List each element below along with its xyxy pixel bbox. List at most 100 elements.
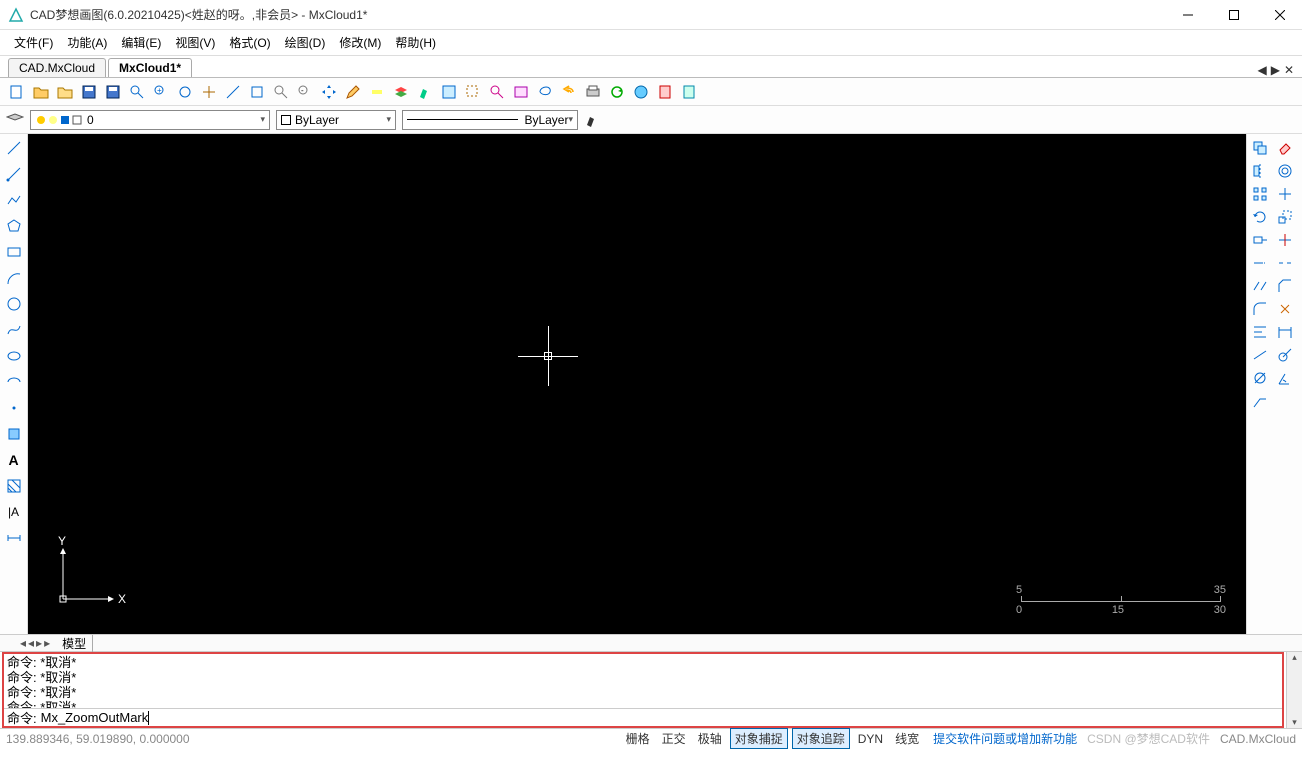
- find-icon[interactable]: [486, 81, 508, 103]
- rotate-icon[interactable]: [1249, 207, 1271, 227]
- move-tool-icon[interactable]: [1274, 184, 1296, 204]
- new-icon[interactable]: [6, 81, 28, 103]
- rectangle-icon[interactable]: [4, 242, 24, 262]
- extend-icon[interactable]: [1249, 253, 1271, 273]
- explode-icon[interactable]: [1274, 299, 1296, 319]
- layers-icon[interactable]: [390, 81, 412, 103]
- text-icon[interactable]: A: [4, 450, 24, 470]
- measure-icon[interactable]: [222, 81, 244, 103]
- undo-icon[interactable]: [558, 81, 580, 103]
- menu-view[interactable]: 视图(V): [169, 32, 221, 53]
- model-tab[interactable]: 模型: [56, 635, 93, 652]
- fillet-icon[interactable]: [1249, 299, 1271, 319]
- select-icon[interactable]: [462, 81, 484, 103]
- dim-angular-icon[interactable]: [1274, 368, 1296, 388]
- brush-icon[interactable]: [584, 112, 600, 128]
- polar-toggle[interactable]: 极轴: [694, 729, 726, 748]
- tab-next-icon[interactable]: ▶: [1271, 63, 1280, 77]
- minimize-button[interactable]: [1174, 5, 1202, 25]
- line-icon[interactable]: [4, 138, 24, 158]
- offset-icon[interactable]: [1274, 161, 1296, 181]
- pencil-icon[interactable]: [342, 81, 364, 103]
- dim-linear-icon[interactable]: [1274, 322, 1296, 342]
- area-icon[interactable]: [246, 81, 268, 103]
- trim-icon[interactable]: [1274, 230, 1296, 250]
- layout-nav-icons[interactable]: ◂◂▸▸: [20, 636, 52, 650]
- ellipse-arc-icon[interactable]: [4, 372, 24, 392]
- refresh-icon[interactable]: [606, 81, 628, 103]
- menu-edit[interactable]: 编辑(E): [115, 32, 167, 53]
- polygon-icon[interactable]: [4, 216, 24, 236]
- align-icon[interactable]: [1249, 322, 1271, 342]
- doc-tab-active[interactable]: MxCloud1*: [108, 58, 192, 77]
- join-icon[interactable]: [1249, 276, 1271, 296]
- linetype-selector[interactable]: ByLayer ▾: [402, 110, 578, 130]
- open-icon[interactable]: [30, 81, 52, 103]
- command-input[interactable]: Mx_ZoomOutMark: [41, 710, 149, 725]
- scale-icon[interactable]: [1274, 207, 1296, 227]
- drawing-canvas[interactable]: X Y 535 01530: [28, 134, 1246, 634]
- zoom-in-icon[interactable]: +: [150, 81, 172, 103]
- dim-diameter-icon[interactable]: [1249, 368, 1271, 388]
- mirror-icon[interactable]: [1249, 161, 1271, 181]
- doc-tab[interactable]: CAD.MxCloud: [8, 58, 106, 77]
- dim-radius-icon[interactable]: [1274, 345, 1296, 365]
- color-selector[interactable]: ByLayer ▾: [276, 110, 396, 130]
- dimension-icon[interactable]: [4, 528, 24, 548]
- globe-icon[interactable]: [630, 81, 652, 103]
- menu-function[interactable]: 功能(A): [61, 32, 113, 53]
- print-icon[interactable]: [582, 81, 604, 103]
- polyline-icon[interactable]: [4, 190, 24, 210]
- zoom-realtime-icon[interactable]: [270, 81, 292, 103]
- tab-close-icon[interactable]: ✕: [1284, 63, 1294, 77]
- feedback-link[interactable]: 提交软件问题或增加新功能: [933, 730, 1077, 747]
- otrack-toggle[interactable]: 对象追踪: [792, 728, 850, 749]
- pan-icon[interactable]: [198, 81, 220, 103]
- ortho-toggle[interactable]: 正交: [658, 729, 690, 748]
- lasso-icon[interactable]: [534, 81, 556, 103]
- spline-icon[interactable]: [4, 320, 24, 340]
- chamfer-icon[interactable]: [1274, 276, 1296, 296]
- command-input-line[interactable]: 命令: Mx_ZoomOutMark: [4, 708, 1282, 726]
- mtext-icon[interactable]: |A: [4, 502, 24, 522]
- leader-icon[interactable]: [1249, 391, 1271, 411]
- zoom-out-icon[interactable]: -: [294, 81, 316, 103]
- menu-draw[interactable]: 绘图(D): [279, 32, 332, 53]
- region-icon[interactable]: [438, 81, 460, 103]
- close-button[interactable]: [1266, 5, 1294, 25]
- lineweight-toggle[interactable]: 线宽: [891, 729, 923, 748]
- arc-icon[interactable]: [4, 268, 24, 288]
- array-icon[interactable]: [1249, 184, 1271, 204]
- menu-modify[interactable]: 修改(M): [333, 32, 387, 53]
- tab-prev-icon[interactable]: ◀: [1257, 63, 1266, 77]
- maximize-button[interactable]: [1220, 5, 1248, 25]
- ellipse-icon[interactable]: [4, 346, 24, 366]
- point-icon[interactable]: [4, 398, 24, 418]
- command-scrollbar[interactable]: ▴▾: [1286, 652, 1302, 728]
- image-icon[interactable]: [510, 81, 532, 103]
- menu-format[interactable]: 格式(O): [223, 32, 276, 53]
- move-icon[interactable]: [318, 81, 340, 103]
- layer-selector[interactable]: 0 ▾: [30, 110, 270, 130]
- dim-aligned-icon[interactable]: [1249, 345, 1271, 365]
- erase-icon[interactable]: [1274, 138, 1296, 158]
- block-icon[interactable]: [4, 424, 24, 444]
- export-icon[interactable]: [678, 81, 700, 103]
- grid-toggle[interactable]: 栅格: [622, 729, 654, 748]
- stretch-icon[interactable]: [1249, 230, 1271, 250]
- osnap-toggle[interactable]: 对象捕捉: [730, 728, 788, 749]
- pdf-icon[interactable]: [654, 81, 676, 103]
- circle-icon[interactable]: [4, 294, 24, 314]
- hatch-icon[interactable]: [4, 476, 24, 496]
- layer-manager-icon[interactable]: [6, 112, 24, 128]
- menu-help[interactable]: 帮助(H): [389, 32, 442, 53]
- save-icon[interactable]: [78, 81, 100, 103]
- ray-icon[interactable]: [4, 164, 24, 184]
- menu-file[interactable]: 文件(F): [8, 32, 59, 53]
- marker-icon[interactable]: [414, 81, 436, 103]
- break-icon[interactable]: [1274, 253, 1296, 273]
- zoom-extents-icon[interactable]: [174, 81, 196, 103]
- copy-icon[interactable]: [1249, 138, 1271, 158]
- dyn-toggle[interactable]: DYN: [854, 731, 887, 747]
- folder-icon[interactable]: [54, 81, 76, 103]
